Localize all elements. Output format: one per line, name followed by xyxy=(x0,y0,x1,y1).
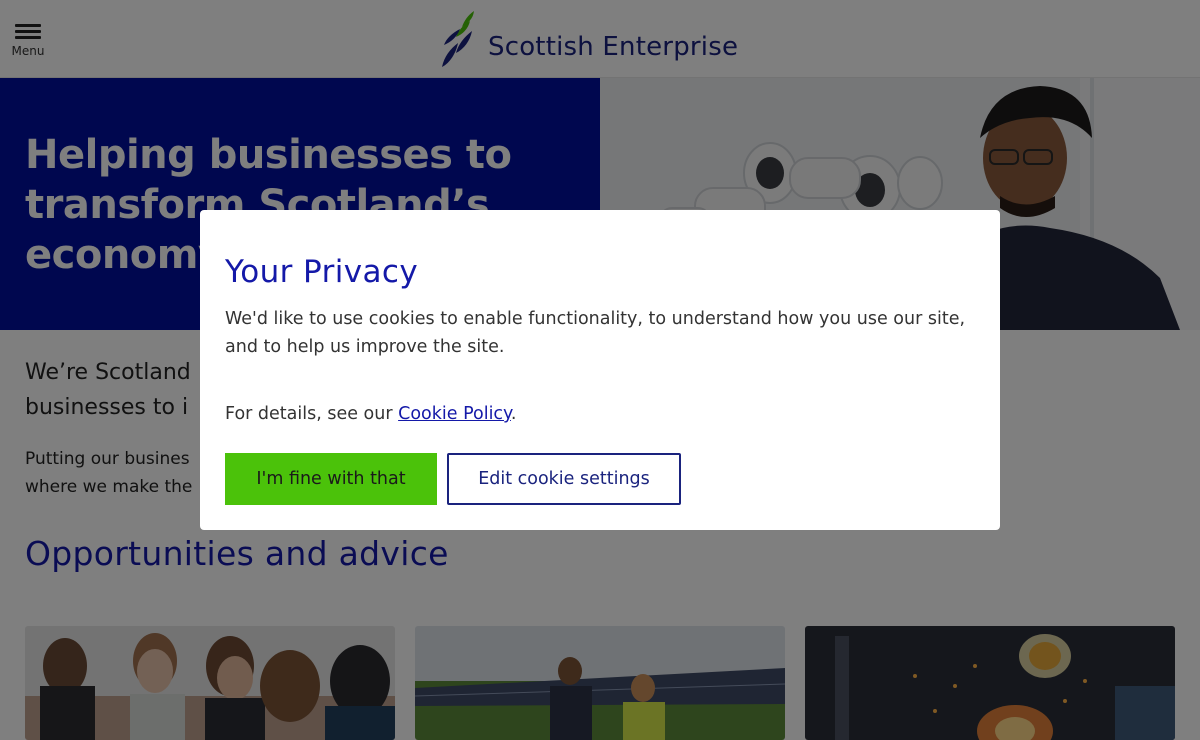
cookie-details-prefix: For details, see our xyxy=(225,404,399,424)
accept-cookies-button[interactable]: I'm fine with that xyxy=(225,453,437,505)
cookie-consent-dialog: Your Privacy We'd like to use cookies to… xyxy=(200,210,1000,530)
cookie-dialog-text: We'd like to use cookies to enable funct… xyxy=(225,309,966,357)
cookie-policy-link[interactable]: Cookie Policy xyxy=(398,404,511,424)
cookie-details-text: For details, see our Cookie Policy. xyxy=(225,400,517,428)
edit-cookie-settings-button[interactable]: Edit cookie settings xyxy=(447,453,681,505)
cookie-dialog-title: Your Privacy xyxy=(225,254,419,290)
cookie-details-suffix: . xyxy=(510,404,517,424)
